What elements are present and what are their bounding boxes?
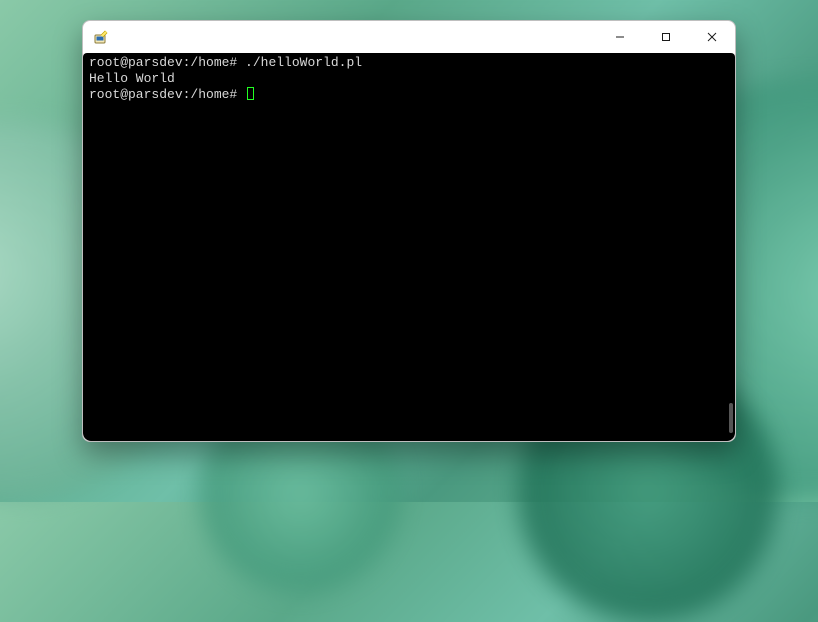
shell-command: ./helloWorld.pl [237,55,362,70]
minimize-button[interactable] [597,21,643,53]
window-controls [597,21,735,53]
terminal-line: Hello World [89,71,721,87]
maximize-icon [661,32,671,42]
shell-prompt: root@parsdev:/home# [89,55,237,70]
terminal-window: root@parsdev:/home# ./helloWorld.pl Hell… [82,20,736,442]
minimize-icon [615,32,625,42]
terminal-line: root@parsdev:/home# [89,87,721,103]
close-button[interactable] [689,21,735,53]
maximize-button[interactable] [643,21,689,53]
shell-output: Hello World [89,71,175,86]
terminal-viewport[interactable]: root@parsdev:/home# ./helloWorld.pl Hell… [83,53,735,441]
close-icon [707,32,717,42]
shell-prompt: root@parsdev:/home# [89,87,237,102]
terminal-content: root@parsdev:/home# ./helloWorld.pl Hell… [85,53,725,439]
terminal-line: root@parsdev:/home# ./helloWorld.pl [89,55,721,71]
putty-icon [93,29,109,45]
scrollbar-thumb[interactable] [729,403,733,433]
titlebar[interactable] [83,21,735,53]
cursor [247,87,254,100]
